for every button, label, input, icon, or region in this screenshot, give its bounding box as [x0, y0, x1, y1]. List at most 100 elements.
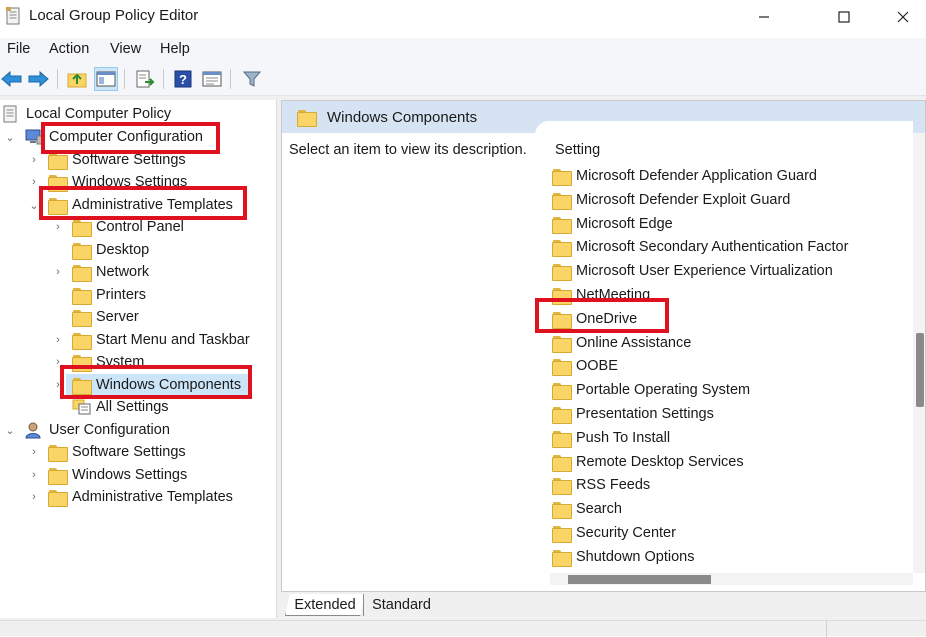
tree-item-server[interactable]: Server — [72, 306, 139, 328]
chevron-right-icon[interactable]: › — [53, 329, 63, 351]
user-icon — [25, 422, 41, 439]
folder-icon — [72, 264, 92, 282]
chevron-down-icon[interactable]: ⌄ — [5, 126, 15, 148]
tree-item-uc-windows-settings[interactable]: Windows Settings — [48, 464, 187, 486]
toolbar-separator — [57, 69, 58, 89]
list-item[interactable]: Security Center — [552, 522, 676, 544]
chevron-down-icon[interactable]: ⌄ — [5, 419, 15, 441]
menu-bar: File Action View Help — [0, 38, 926, 62]
list-item-label: RSS Feeds — [576, 477, 651, 493]
list-item[interactable]: RSS Feeds — [552, 474, 650, 496]
list-item-label: Presentation Settings — [576, 406, 714, 422]
chevron-down-icon[interactable]: ⌄ — [29, 194, 39, 216]
properties-view-button[interactable] — [200, 67, 224, 91]
list-item[interactable]: Online Assistance — [552, 332, 691, 354]
tree-item-uc-software-settings[interactable]: Software Settings — [48, 441, 186, 463]
chevron-right-icon[interactable]: › — [29, 464, 39, 486]
list-item[interactable]: Microsoft Secondary Authentication Facto… — [552, 236, 848, 258]
back-button[interactable] — [0, 67, 24, 91]
list-item[interactable]: Microsoft Defender Exploit Guard — [552, 189, 790, 211]
toolbar-separator — [163, 69, 164, 89]
tree-item-label: Desktop — [96, 242, 150, 258]
tab-extended[interactable]: Extended — [285, 594, 365, 616]
list-item[interactable]: Shutdown Options — [552, 546, 695, 568]
maximize-button[interactable] — [821, 0, 867, 34]
folder-icon — [72, 242, 92, 260]
list-item-label: OOBE — [576, 358, 618, 374]
chevron-right-icon[interactable]: › — [29, 149, 39, 171]
list-item-label: Online Assistance — [576, 335, 692, 351]
list-item-label: Remote Desktop Services — [576, 454, 744, 470]
toolbar-separator — [230, 69, 231, 89]
list-item[interactable]: Remote Desktop Services — [552, 451, 744, 473]
tree-item-uc-administrative-templates[interactable]: Administrative Templates — [48, 486, 233, 508]
show-hide-console-tree-button[interactable] — [94, 67, 118, 91]
vertical-scroll-thumb[interactable] — [916, 333, 924, 407]
list-item[interactable]: Search — [552, 498, 622, 520]
folder-icon — [48, 489, 68, 507]
folder-icon — [552, 430, 572, 448]
horizontal-scroll-thumb[interactable] — [568, 575, 711, 584]
up-folder-icon — [67, 73, 87, 88]
folder-icon — [552, 239, 572, 257]
highlight-box — [39, 186, 247, 220]
horizontal-scrollbar[interactable] — [550, 573, 913, 585]
list-item[interactable]: Push To Install — [552, 427, 670, 449]
folder-icon — [552, 358, 572, 376]
list-item[interactable]: OOBE — [552, 355, 618, 377]
status-bar — [0, 620, 926, 637]
tree-item-printers[interactable]: Printers — [72, 284, 146, 306]
minimize-icon — [759, 16, 769, 18]
list-item[interactable]: Portable Operating System — [552, 379, 750, 401]
tab-standard[interactable]: Standard — [363, 594, 439, 616]
tree-item-start-menu-and-taskbar[interactable]: Start Menu and Taskbar — [72, 329, 250, 351]
tree-item-label: Control Panel — [96, 219, 184, 235]
filter-button[interactable] — [240, 67, 264, 91]
tree-item-all-settings[interactable]: All Settings — [72, 396, 169, 418]
list-item[interactable]: Microsoft Edge — [552, 213, 673, 235]
maximize-icon — [838, 11, 850, 23]
properties-view-icon — [202, 71, 222, 87]
list-item-label: Shutdown Options — [576, 549, 695, 565]
menu-action[interactable]: Action — [49, 41, 89, 57]
menu-help[interactable]: Help — [160, 41, 190, 57]
list-item-label: Security Center — [576, 525, 676, 541]
folder-icon — [552, 168, 572, 186]
tree-item-label: Server — [96, 309, 139, 325]
chevron-right-icon[interactable]: › — [29, 171, 39, 193]
close-button[interactable] — [880, 0, 926, 34]
chevron-right-icon[interactable]: › — [29, 441, 39, 463]
tree-item-desktop[interactable]: Desktop — [72, 239, 149, 261]
chevron-right-icon[interactable]: › — [29, 486, 39, 508]
menu-view[interactable]: View — [110, 41, 141, 57]
list-item[interactable]: Microsoft Defender Application Guard — [552, 165, 817, 187]
vertical-scrollbar[interactable] — [913, 133, 925, 573]
list-item[interactable]: Microsoft User Experience Virtualization — [552, 260, 833, 282]
help-button[interactable]: ? — [171, 67, 195, 91]
folder-icon — [72, 287, 92, 305]
export-list-button[interactable] — [133, 67, 157, 91]
show-hide-tree-icon — [96, 71, 116, 87]
tree-item-label: Software Settings — [72, 152, 186, 168]
toolbar-separator — [124, 69, 125, 89]
list-item-label: Microsoft Secondary Authentication Facto… — [576, 239, 849, 255]
tree-item-user-configuration[interactable]: User Configuration — [25, 419, 170, 441]
console-tree: Local Computer Policy ⌄ Computer Configu… — [0, 100, 277, 618]
folder-icon — [552, 335, 572, 353]
help-icon: ? — [174, 70, 192, 88]
list-item-label: Search — [576, 501, 622, 517]
description-text: Select an item to view its description. — [289, 142, 527, 158]
column-header-setting[interactable]: Setting — [555, 142, 600, 158]
up-one-level-button[interactable] — [65, 67, 89, 91]
tree-item-network[interactable]: Network — [72, 261, 149, 283]
menu-file[interactable]: File — [7, 41, 30, 57]
forward-button[interactable] — [26, 67, 50, 91]
tree-item-label: Start Menu and Taskbar — [96, 332, 250, 348]
list-item[interactable]: Presentation Settings — [552, 403, 714, 425]
folder-icon — [552, 216, 572, 234]
policy-document-icon — [6, 7, 20, 25]
folder-icon — [72, 309, 92, 327]
tree-item-label: Windows Settings — [72, 467, 188, 483]
chevron-right-icon[interactable]: › — [53, 261, 63, 283]
minimize-button[interactable] — [741, 0, 787, 34]
